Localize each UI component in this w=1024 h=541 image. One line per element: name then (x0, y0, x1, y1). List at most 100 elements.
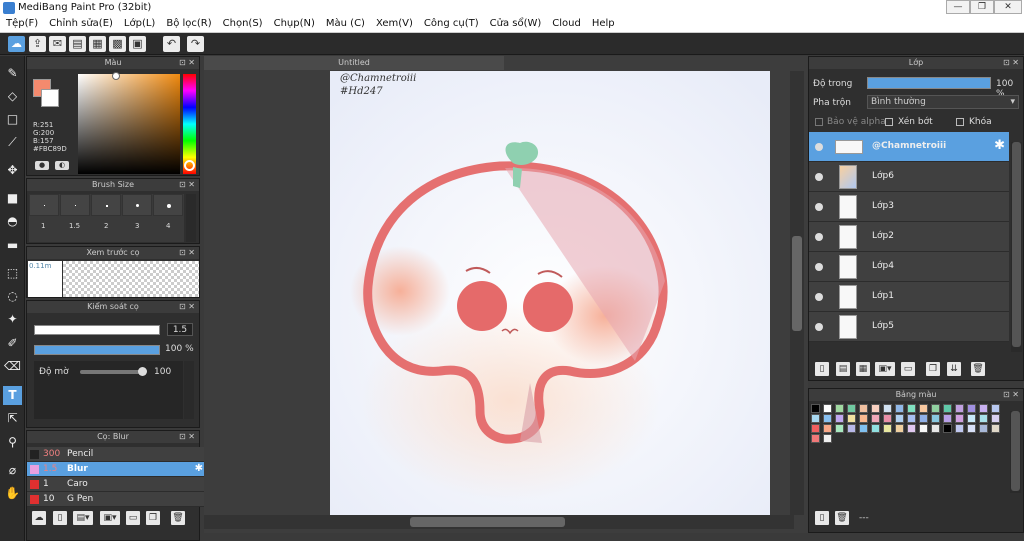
menu-layer[interactable]: Lớp(L) (118, 16, 160, 32)
document-icon[interactable]: ▤ (69, 36, 86, 52)
palette-swatch[interactable] (991, 424, 1000, 433)
horizontal-scroll-thumb[interactable] (410, 517, 565, 527)
menu-help[interactable]: Help (586, 16, 620, 32)
palette-swatch[interactable] (955, 414, 964, 423)
palette-swatch[interactable] (859, 424, 868, 433)
palette-swatch[interactable] (967, 424, 976, 433)
brush-size-value[interactable]: 1.5 (167, 323, 193, 336)
brush-size-scrollbar[interactable] (186, 194, 196, 242)
palette-swatch[interactable] (907, 414, 916, 423)
palette-swatch[interactable] (835, 404, 844, 413)
vertical-scroll-thumb[interactable] (792, 236, 802, 331)
eye-icon[interactable] (815, 293, 823, 301)
cloud-icon[interactable]: ☁ (8, 36, 25, 52)
bucket-tool-icon[interactable]: ◓ (3, 212, 22, 231)
palette-swatch[interactable] (823, 414, 832, 423)
magic-wand-tool-icon[interactable]: ✦ (3, 310, 22, 329)
palette-swatch[interactable] (931, 404, 940, 413)
palette-swatch[interactable] (883, 404, 892, 413)
brush-item-selected[interactable]: 1.5 Blur ✱ (27, 462, 207, 477)
palette-swatch[interactable] (907, 424, 916, 433)
trash-icon[interactable]: 🗑 (971, 362, 985, 376)
palette-swatch[interactable] (895, 414, 904, 423)
trash-icon[interactable]: 🗑 (835, 511, 849, 525)
brush-menu-icon[interactable]: ▣▾ (100, 511, 120, 525)
layer-row[interactable]: Lớp4 (809, 252, 1009, 282)
gear-icon[interactable]: ✱ (195, 463, 203, 474)
select-tool-icon[interactable]: ⬚ (3, 264, 22, 283)
layer-row[interactable]: Lớp2 (809, 222, 1009, 252)
palette-swatch[interactable] (943, 404, 952, 413)
palette-swatch[interactable] (811, 424, 820, 433)
size-cell[interactable]: 1 (29, 194, 59, 230)
panel-menu-icon[interactable]: ⊡ ✕ (179, 179, 195, 191)
add-layer-menu-icon[interactable]: ▣▾ (875, 362, 895, 376)
panel-menu-icon[interactable]: ⊡ ✕ (179, 57, 195, 69)
palette-swatch[interactable] (811, 404, 820, 413)
menu-view[interactable]: Xem(V) (370, 16, 418, 32)
palette-scroll-thumb[interactable] (1011, 411, 1020, 491)
clip-checkbox[interactable] (885, 118, 893, 126)
palette-swatch[interactable] (847, 424, 856, 433)
layer-scroll-thumb[interactable] (1012, 142, 1021, 347)
palette-swatch[interactable] (931, 414, 940, 423)
palette-swatch[interactable] (979, 414, 988, 423)
menu-color[interactable]: Màu (C) (320, 16, 370, 32)
operation-tool-icon[interactable]: ⇱ (3, 409, 22, 428)
palette-swatch[interactable] (907, 404, 916, 413)
palette-swatch[interactable] (871, 414, 880, 423)
brush-size-slider[interactable] (34, 325, 160, 335)
upload-icon[interactable]: ⇪ (29, 36, 46, 52)
palette-swatch[interactable] (967, 414, 976, 423)
palette-swatch[interactable] (883, 424, 892, 433)
palette-swatch[interactable] (823, 434, 832, 443)
eye-icon[interactable] (815, 143, 823, 151)
palette-swatch[interactable] (991, 414, 1000, 423)
dropper-tool-icon[interactable]: ⚲ (3, 433, 22, 452)
eye-icon[interactable] (815, 173, 823, 181)
palette-swatch[interactable] (823, 404, 832, 413)
eyedropper-tool-icon[interactable]: ⌀ (3, 461, 22, 480)
palette-swatch[interactable] (871, 404, 880, 413)
layer-row[interactable]: Lớp5 (809, 312, 1009, 342)
size-cell[interactable]: 3 (122, 194, 152, 230)
menu-edit[interactable]: Chỉnh sửa(E) (43, 16, 118, 32)
palette-swatch[interactable] (943, 414, 952, 423)
gradient-tool-icon[interactable]: ▬ (3, 236, 22, 255)
add-brush-icon[interactable]: ▤▾ (73, 511, 93, 525)
sv-cursor[interactable] (112, 72, 120, 80)
pen-tool-icon[interactable]: ⟋ (3, 133, 22, 152)
eye-icon[interactable] (815, 233, 823, 241)
copy-brush-icon[interactable]: ❐ (146, 511, 160, 525)
palette-swatch[interactable] (859, 404, 868, 413)
panel-menu-icon[interactable]: ⊡ ✕ (179, 247, 195, 259)
duplicate-layer-icon[interactable]: ❐ (926, 362, 940, 376)
undo-icon[interactable]: ↶ (163, 36, 180, 52)
saturation-value-picker[interactable] (78, 72, 180, 174)
new-brush-icon[interactable]: ▯ (53, 511, 67, 525)
merge-layer-icon[interactable]: ⇊ (947, 362, 961, 376)
palette-swatch[interactable] (919, 424, 928, 433)
panel-menu-icon[interactable]: ⊡ ✕ (179, 301, 195, 313)
brush-control-scrollbar[interactable] (184, 361, 194, 419)
density-slider[interactable] (80, 367, 147, 376)
palette-swatch[interactable] (919, 414, 928, 423)
palette-swatch[interactable] (859, 414, 868, 423)
hue-cursor[interactable] (184, 160, 195, 171)
layer-list-scrollbar[interactable] (1011, 142, 1022, 352)
select-eraser-tool-icon[interactable]: ⌫ (3, 357, 22, 376)
color-picker-icon[interactable]: ◐ (55, 161, 69, 170)
palette-swatch[interactable] (955, 424, 964, 433)
palette-swatch[interactable] (847, 404, 856, 413)
size-cell[interactable]: 1.5 (60, 194, 90, 230)
menu-cloud[interactable]: Cloud (546, 16, 586, 32)
layer-row-selected[interactable]: @Chamnetroiii ✱ (809, 132, 1009, 162)
brush-item[interactable]: 300 Pencil (27, 447, 207, 462)
new-layer-8bit-icon[interactable]: ▤ (836, 362, 850, 376)
folder-icon[interactable]: ▭ (901, 362, 915, 376)
menu-filter[interactable]: Bộ lọc(R) (160, 16, 216, 32)
eye-icon[interactable] (815, 203, 823, 211)
size-cell[interactable]: 4 (153, 194, 183, 230)
palette-swatch[interactable] (979, 424, 988, 433)
layer-row[interactable]: Lớp3 (809, 192, 1009, 222)
